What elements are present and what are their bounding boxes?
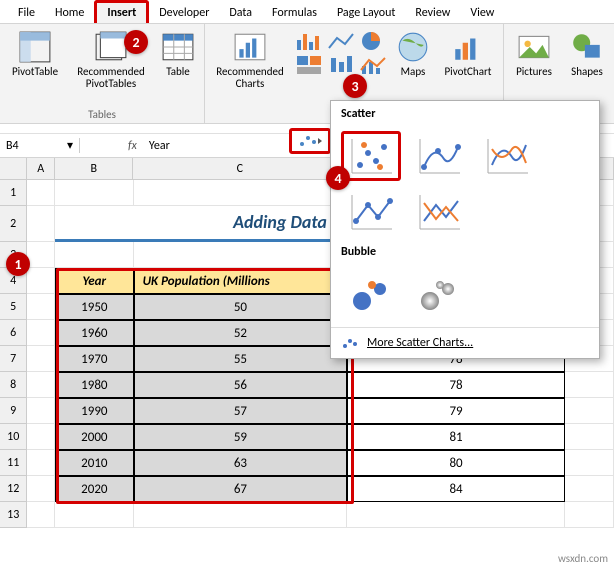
tab-file[interactable]: File [8, 3, 45, 23]
combo-chart-icon[interactable] [359, 54, 387, 76]
row-2[interactable]: 2 [0, 206, 27, 242]
column-chart-icon[interactable] [295, 30, 323, 52]
shapes-icon [570, 30, 604, 64]
select-all-corner[interactable] [0, 158, 27, 179]
more-charts-icon [341, 336, 359, 350]
row-13[interactable]: 13 [0, 502, 27, 528]
row-9[interactable]: 9 [0, 398, 27, 424]
row-6[interactable]: 6 [0, 320, 27, 346]
row-5[interactable]: 5 [0, 294, 27, 320]
recommended-pivottables-icon [94, 30, 128, 64]
table-cell[interactable]: 63 [134, 450, 348, 476]
table-cell[interactable]: 81 [347, 424, 565, 450]
scatter-option-smooth[interactable] [477, 131, 537, 181]
pictures-icon [517, 30, 551, 64]
table-button[interactable]: Table [158, 28, 198, 78]
table-cell[interactable]: 55 [134, 346, 348, 372]
fx-icon[interactable]: fx [120, 139, 145, 153]
row-12[interactable]: 12 [0, 476, 27, 502]
row-11[interactable]: 11 [0, 450, 27, 476]
tab-pagelayout[interactable]: Page Layout [327, 3, 405, 23]
recommended-charts-icon [233, 30, 267, 64]
pictures-button[interactable]: Pictures [510, 28, 558, 78]
name-box[interactable]: B4 ▾ [0, 138, 80, 153]
scatter-option-markers[interactable] [341, 131, 401, 181]
shapes-button[interactable]: Shapes [564, 28, 610, 78]
table-cell[interactable]: 1990 [55, 398, 134, 424]
dropdown-section-scatter: Scatter [331, 101, 599, 127]
pivotchart-icon [451, 30, 485, 64]
pivottable-button[interactable]: PivotTable [6, 28, 64, 78]
tab-view[interactable]: View [460, 3, 504, 23]
callout-2: 2 [124, 30, 148, 54]
namebox-dropdown-icon: ▾ [67, 138, 73, 153]
table-cell[interactable]: 1980 [55, 372, 134, 398]
header-year[interactable]: Year [55, 268, 134, 294]
scatter-option-smooth-markers[interactable] [409, 131, 469, 181]
recommended-charts-button[interactable]: Recommended Charts [211, 28, 289, 90]
scatter-option-lines-markers[interactable] [341, 187, 401, 237]
scatter-icon [296, 132, 324, 150]
table-cell[interactable]: 1950 [55, 294, 134, 320]
col-B[interactable]: B [55, 158, 133, 179]
row-7[interactable]: 7 [0, 346, 27, 372]
table-cell[interactable]: 52 [134, 320, 348, 346]
line-chart-icon[interactable] [327, 30, 355, 52]
tab-review[interactable]: Review [405, 3, 460, 23]
table-cell[interactable]: 78 [347, 372, 565, 398]
maps-button[interactable]: Maps [393, 28, 433, 78]
table-cell[interactable]: 59 [134, 424, 348, 450]
table-cell[interactable]: 80 [347, 450, 565, 476]
scatter-chart-button[interactable] [289, 128, 331, 154]
table-cell[interactable]: 2000 [55, 424, 134, 450]
bubble-option-2d[interactable] [341, 269, 401, 319]
table-cell[interactable]: 56 [134, 372, 348, 398]
table-cell[interactable]: 1960 [55, 320, 134, 346]
callout-1: 1 [6, 252, 30, 276]
table-cell[interactable]: 57 [134, 398, 348, 424]
table-cell[interactable]: 84 [347, 476, 565, 502]
table-cell[interactable]: 50 [134, 294, 348, 320]
tab-insert[interactable]: Insert [94, 0, 149, 23]
col-A[interactable]: A [27, 158, 54, 179]
tab-data[interactable]: Data [219, 3, 262, 23]
table-cell[interactable]: 79 [347, 398, 565, 424]
maps-icon [396, 30, 430, 64]
more-scatter-charts[interactable]: More Scatter Charts... [331, 327, 599, 358]
table-cell[interactable]: 1970 [55, 346, 134, 372]
tab-formulas[interactable]: Formulas [262, 3, 327, 23]
stat-chart-icon[interactable] [327, 54, 355, 76]
group-tables: PivotTable Recommended PivotTables Table… [0, 24, 205, 123]
table-cell[interactable]: 2020 [55, 476, 134, 502]
watermark: wsxdn.com [558, 552, 608, 565]
pivottable-icon [18, 30, 52, 64]
formula-value[interactable]: Year [145, 139, 174, 153]
scatter-dropdown: Scatter Bubble More Scatter Charts... [330, 100, 600, 359]
col-C[interactable]: C [133, 158, 347, 179]
row-10[interactable]: 10 [0, 424, 27, 450]
scatter-option-lines[interactable] [409, 187, 469, 237]
row-1[interactable]: 1 [0, 180, 27, 206]
table-icon [161, 30, 195, 64]
ribbon-tabs: File Home Insert Developer Data Formulas… [0, 0, 614, 24]
tab-developer[interactable]: Developer [149, 3, 219, 23]
table-cell[interactable]: 67 [134, 476, 348, 502]
callout-3: 3 [343, 74, 367, 98]
bubble-option-3d[interactable] [409, 269, 469, 319]
callout-4: 4 [326, 166, 350, 190]
hierarchy-chart-icon[interactable] [295, 54, 323, 76]
header-uk[interactable]: UK Population (Millions [134, 268, 348, 294]
pivotchart-button[interactable]: PivotChart [439, 28, 497, 78]
row-8[interactable]: 8 [0, 372, 27, 398]
table-cell[interactable]: 2010 [55, 450, 134, 476]
tab-home[interactable]: Home [45, 3, 94, 23]
pie-chart-icon[interactable] [359, 30, 387, 52]
dropdown-section-bubble: Bubble [331, 239, 599, 265]
